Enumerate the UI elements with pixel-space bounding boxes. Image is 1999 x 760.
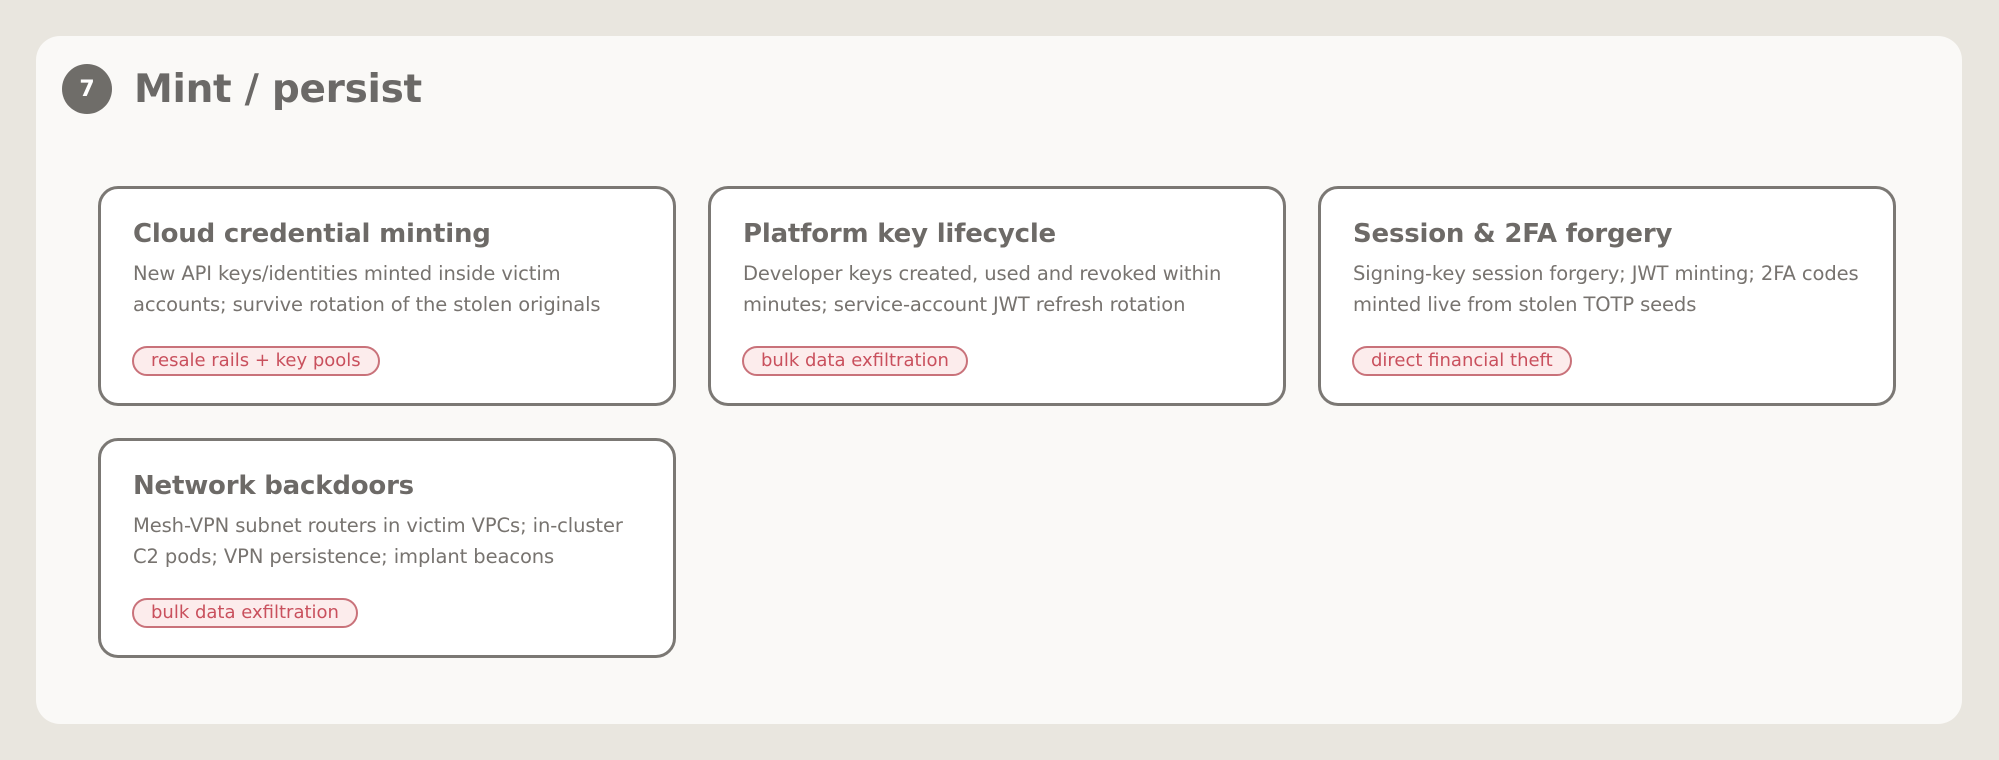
card-description: New API keys/identities minted inside vi… — [133, 262, 601, 316]
card-cloud-credential-minting: Cloud credential minting New API keys/id… — [98, 186, 676, 406]
card-title: Platform key lifecycle — [743, 219, 1056, 249]
card-platform-key-lifecycle: Platform key lifecycle Developer keys cr… — [708, 186, 1286, 406]
card-network-backdoors: Network backdoors Mesh-VPN subnet router… — [98, 438, 676, 658]
card-description: Signing-key session forgery; JWT minting… — [1353, 262, 1859, 316]
section-header: 7 Mint / persist — [62, 64, 422, 114]
impact-tag: bulk data exfiltration — [742, 346, 968, 376]
card-description: Developer keys created, used and revoked… — [743, 262, 1222, 316]
step-number-badge: 7 — [62, 64, 112, 114]
impact-tag: resale rails + key pools — [132, 346, 380, 376]
card-session-2fa-forgery: Session & 2FA forgery Signing-key sessio… — [1318, 186, 1896, 406]
section-title: Mint / persist — [134, 66, 422, 112]
card-description: Mesh-VPN subnet routers in victim VPCs; … — [133, 514, 623, 568]
impact-tag: direct financial theft — [1352, 346, 1572, 376]
card-title: Network backdoors — [133, 471, 414, 501]
impact-tag: bulk data exfiltration — [132, 598, 358, 628]
card-title: Cloud credential minting — [133, 219, 491, 249]
card-title: Session & 2FA forgery — [1353, 219, 1673, 249]
